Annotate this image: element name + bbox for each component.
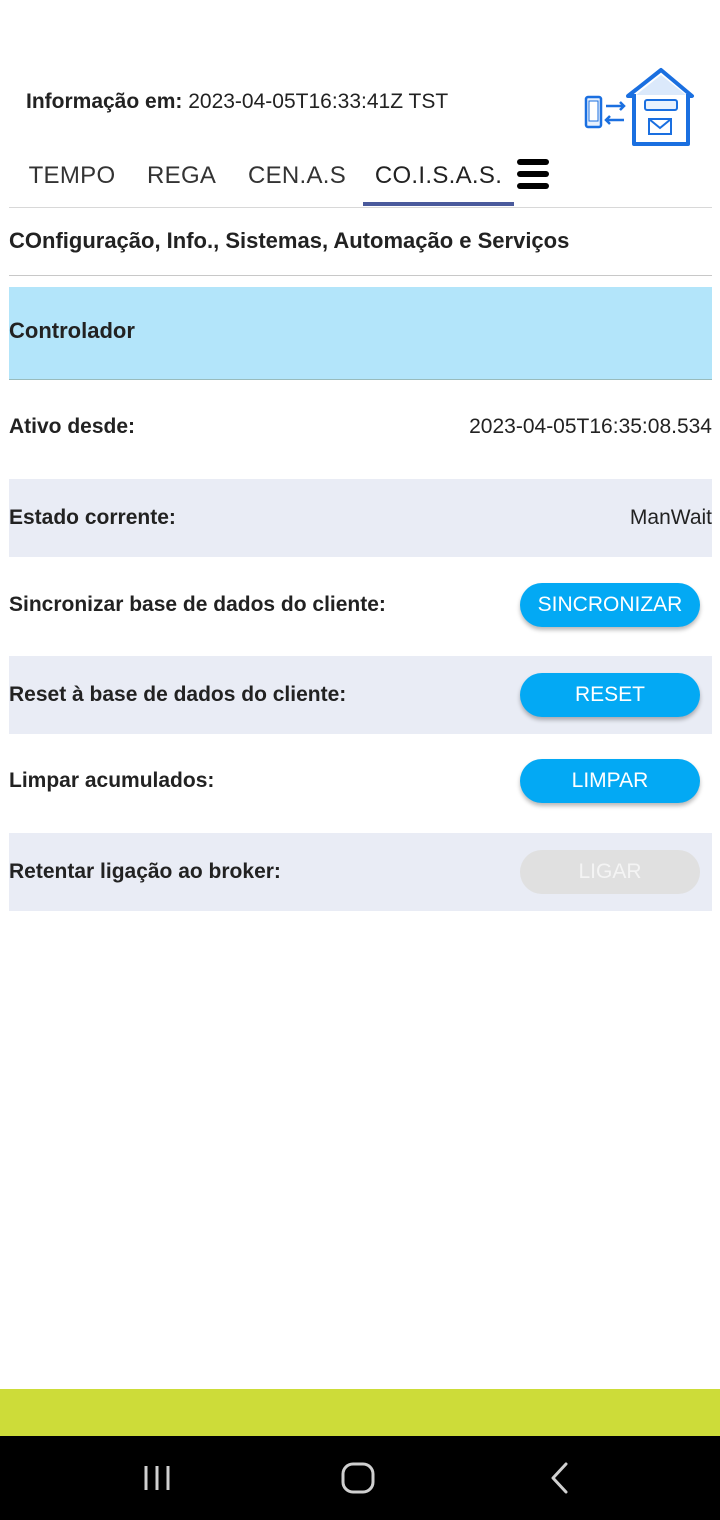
hamburger-menu-icon[interactable] [517, 158, 549, 190]
info-value: 2023-04-05T16:33:41Z TST [188, 90, 449, 113]
row-label: Reset à base de dados do cliente: [9, 683, 347, 706]
tab-rega[interactable]: REGA [147, 150, 216, 204]
tab-cenas[interactable]: CEN.A.S [247, 150, 347, 204]
section-header-controlador: Controlador [9, 287, 712, 380]
tab-bar: TEMPO REGA CEN.A.S CO.I.S.A.S. [9, 150, 712, 208]
sincronizar-button[interactable]: SINCRONIZAR [520, 583, 700, 627]
row-estado-corrente: Estado corrente: ManWait [9, 479, 712, 557]
tab-coisas[interactable]: CO.I.S.A.S. [363, 150, 514, 206]
row-retentar-ligacao: Retentar ligação ao broker: LIGAR [9, 833, 712, 911]
back-icon[interactable] [540, 1458, 580, 1498]
section-title: Controlador [9, 318, 135, 343]
ligar-button[interactable]: LIGAR [520, 850, 700, 894]
row-reset: Reset à base de dados do cliente: RESET [9, 656, 712, 734]
reset-button[interactable]: RESET [520, 673, 700, 717]
house-sync-icon [584, 66, 696, 148]
page-subtitle: COnfiguração, Info., Sistemas, Automação… [9, 207, 712, 276]
limpar-button[interactable]: LIMPAR [520, 759, 700, 803]
row-sincronizar: Sincronizar base de dados do cliente: SI… [9, 566, 712, 644]
recent-apps-icon[interactable] [138, 1458, 178, 1498]
row-label: Ativo desde: [9, 415, 136, 438]
row-value: 2023-04-05T16:35:08.534 [469, 415, 712, 438]
app-header: Informação em: 2023-04-05T16:33:41Z TST [0, 0, 720, 150]
row-label: Sincronizar base de dados do cliente: [9, 593, 386, 616]
system-nav-bar [0, 1436, 720, 1520]
footer-bar [0, 1389, 720, 1436]
row-label: Retentar ligação ao broker: [9, 860, 281, 883]
info-timestamp: Informação em: 2023-04-05T16:33:41Z TST [26, 90, 448, 114]
tab-tempo[interactable]: TEMPO [26, 150, 118, 204]
row-value: ManWait [629, 506, 712, 529]
row-ativo-desde: Ativo desde: 2023-04-05T16:35:08.534 [9, 388, 712, 466]
home-icon[interactable] [338, 1458, 378, 1498]
row-limpar: Limpar acumulados: LIMPAR [9, 742, 712, 820]
row-label: Limpar acumulados: [9, 769, 215, 792]
info-label: Informação em: [26, 90, 183, 113]
row-label: Estado corrente: [9, 506, 176, 529]
